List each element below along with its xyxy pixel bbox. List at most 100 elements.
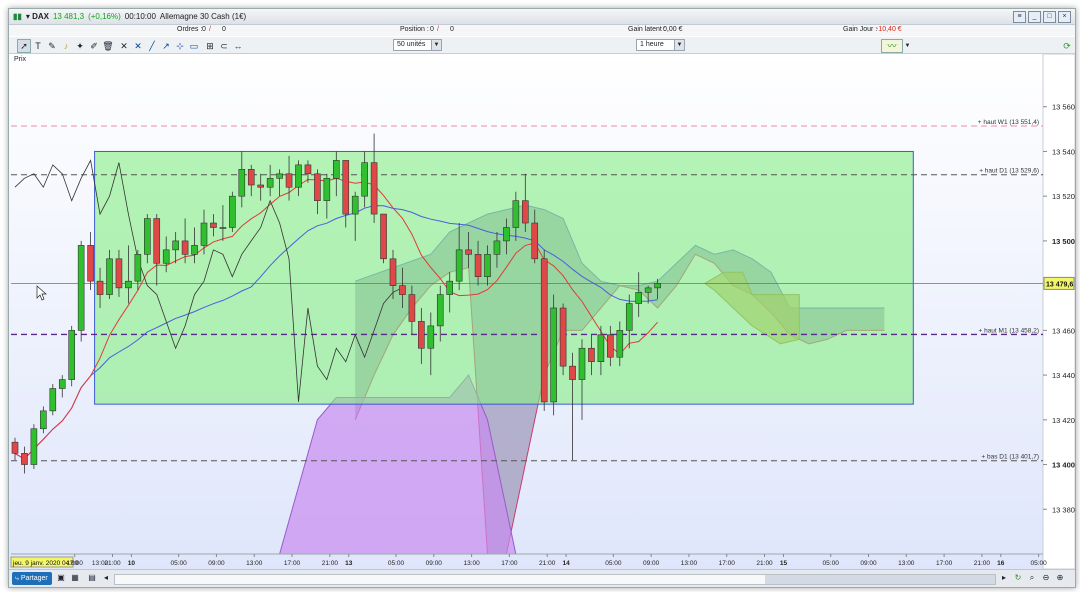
x-tick-label: 13 [345, 560, 353, 567]
candle-body [531, 222, 539, 260]
position-label: Position : [400, 26, 429, 33]
candle-body [559, 307, 567, 367]
autoscroll-icon[interactable]: ↻ [1013, 573, 1023, 583]
candle-body [247, 169, 255, 186]
candle-body [181, 240, 189, 255]
x-tick-label: 13:00 [246, 560, 263, 567]
y-tick-label: 13 520 [1052, 192, 1075, 201]
x-tick-label: 13:00 [898, 560, 915, 567]
orders-value-2[interactable]: 0 [222, 26, 226, 33]
clock: 00:10:00 [124, 12, 156, 21]
trendline-icon[interactable]: ↗ [159, 39, 173, 53]
fork-icon[interactable]: ⊹ [173, 39, 187, 53]
zoom-in-icon[interactable]: ⊕ [1055, 573, 1065, 583]
horizontal-scrollbar[interactable] [114, 574, 996, 585]
maximize-icon[interactable]: □ [1043, 11, 1056, 23]
candle-body [21, 453, 28, 465]
cursor-icon[interactable]: ➚ [17, 39, 31, 53]
print-icon[interactable]: ▤ [87, 573, 97, 583]
zoom-out-icon[interactable]: ⊖ [1041, 573, 1051, 583]
y-tick-label: 13 500 [1052, 237, 1075, 246]
orders-sep: / [209, 26, 211, 33]
slope-icon[interactable]: ✕ [131, 39, 145, 53]
bell-icon[interactable]: ♪ [59, 39, 73, 53]
candle-body [58, 379, 66, 389]
line-icon[interactable]: ╱ [145, 39, 159, 53]
position-value[interactable]: 0 [430, 26, 434, 33]
candle-body [351, 195, 359, 215]
candle-body [87, 245, 94, 282]
x-tick-label: 17:00 [936, 560, 953, 567]
price-chart[interactable]: Prix + haut W1 (13 551,4) + haut D1 (13 52… [9, 53, 1075, 570]
instrument-dropdown[interactable]: ▾ DAX [26, 12, 49, 21]
grid-icon[interactable]: ▦ [70, 573, 80, 583]
candle-body [635, 292, 643, 304]
position-value-2[interactable]: 0 [450, 26, 454, 33]
candle-body [162, 249, 170, 264]
x-tick-label: 21:00 [974, 560, 991, 567]
chart-area[interactable]: Prix + haut W1 (13 551,4) + haut D1 (13 52… [9, 53, 1075, 570]
x-tick-label: 17:00 [67, 560, 84, 567]
day-gain-value: -10,40 € [876, 26, 902, 33]
refresh-icon[interactable]: ⟳ [1060, 39, 1074, 53]
orders-value[interactable]: 0 [202, 26, 206, 33]
x-tick-label: 09:00 [860, 560, 877, 567]
minimize-icon[interactable]: _ [1028, 11, 1041, 23]
candle-body [266, 177, 274, 188]
candle-body [332, 160, 340, 179]
x-tick-label: 13:00 [463, 560, 480, 567]
last-price: 13 481,3 [52, 12, 85, 21]
latent-value: 0,00 € [663, 26, 683, 33]
fibonacci-icon[interactable]: ⊞ [203, 39, 217, 53]
level-label: + haut D1 (13 529,6) [979, 168, 1039, 175]
scrollbar-thumb[interactable] [765, 575, 995, 584]
candle-body [578, 347, 586, 380]
rectangle-icon[interactable]: ▭ [187, 39, 201, 53]
close-icon[interactable]: × [1058, 11, 1071, 23]
y-tick-label: 13 460 [1052, 326, 1075, 335]
price-change: (+0,16%) [88, 12, 121, 21]
chevron-down-icon[interactable]: ▼ [431, 40, 441, 50]
trash-icon[interactable]: 🗑 [101, 39, 115, 53]
y-tick-label: 13 540 [1052, 147, 1075, 156]
list-icon[interactable]: ≡ [1013, 11, 1026, 23]
account-infobar: Ordres : 0 / 0 Position : 0 / 0 Gain lat… [9, 25, 1075, 36]
scroll-right-icon[interactable]: ▸ [999, 573, 1009, 583]
x-tick-label: 05:00 [388, 560, 405, 567]
pen-icon[interactable]: ✐ [87, 39, 101, 53]
title-bar: ▮▮ ▾ DAX 13 481,3 (+0,16%) 00:10:00 Alle… [9, 9, 1075, 25]
indicator-chart-icon[interactable]: 〰 [881, 39, 903, 53]
x-tick-label: 21:00 [539, 560, 556, 567]
candle-body [285, 173, 293, 188]
units-select-value: 50 unités [397, 41, 426, 48]
copy-icon[interactable]: ▣ [56, 573, 66, 583]
cross-icon[interactable]: ✕ [117, 39, 131, 53]
x-tick-label: 21:00 [322, 560, 339, 567]
wand-icon[interactable]: ✦ [73, 39, 87, 53]
candle-body [361, 162, 368, 197]
period-select[interactable]: 1 heure ▼ [636, 39, 685, 51]
scroll-left-icon[interactable]: ◂ [101, 573, 111, 583]
period-select-value: 1 heure [640, 41, 664, 48]
y-tick-label: 13 380 [1052, 505, 1075, 514]
candle-body [625, 303, 633, 331]
text-tool-icon[interactable]: T [31, 39, 45, 53]
chevron-down-icon[interactable]: ▼ [674, 40, 684, 50]
range-rectangle [94, 150, 914, 405]
candle-body [418, 321, 425, 349]
candle-body [503, 227, 510, 242]
lasso-icon[interactable]: ⊂ [217, 39, 231, 53]
pencil-icon[interactable]: ✎ [45, 39, 59, 53]
x-tick-label: 15 [780, 560, 788, 567]
candle-body [427, 325, 435, 349]
zoom-reset-icon[interactable]: ⌕ [1027, 573, 1037, 583]
chevron-down-icon[interactable]: ▼ [903, 39, 912, 53]
candle-body [49, 388, 57, 412]
share-button[interactable]: ⤷ Partager [12, 572, 52, 585]
candle-body [40, 410, 47, 430]
candle-body [210, 222, 217, 228]
candle-body [493, 240, 501, 255]
x-tick-label: 17:00 [284, 560, 301, 567]
units-select[interactable]: 50 unités ▼ [393, 39, 442, 51]
ruler-icon[interactable]: ↔ [231, 39, 245, 53]
